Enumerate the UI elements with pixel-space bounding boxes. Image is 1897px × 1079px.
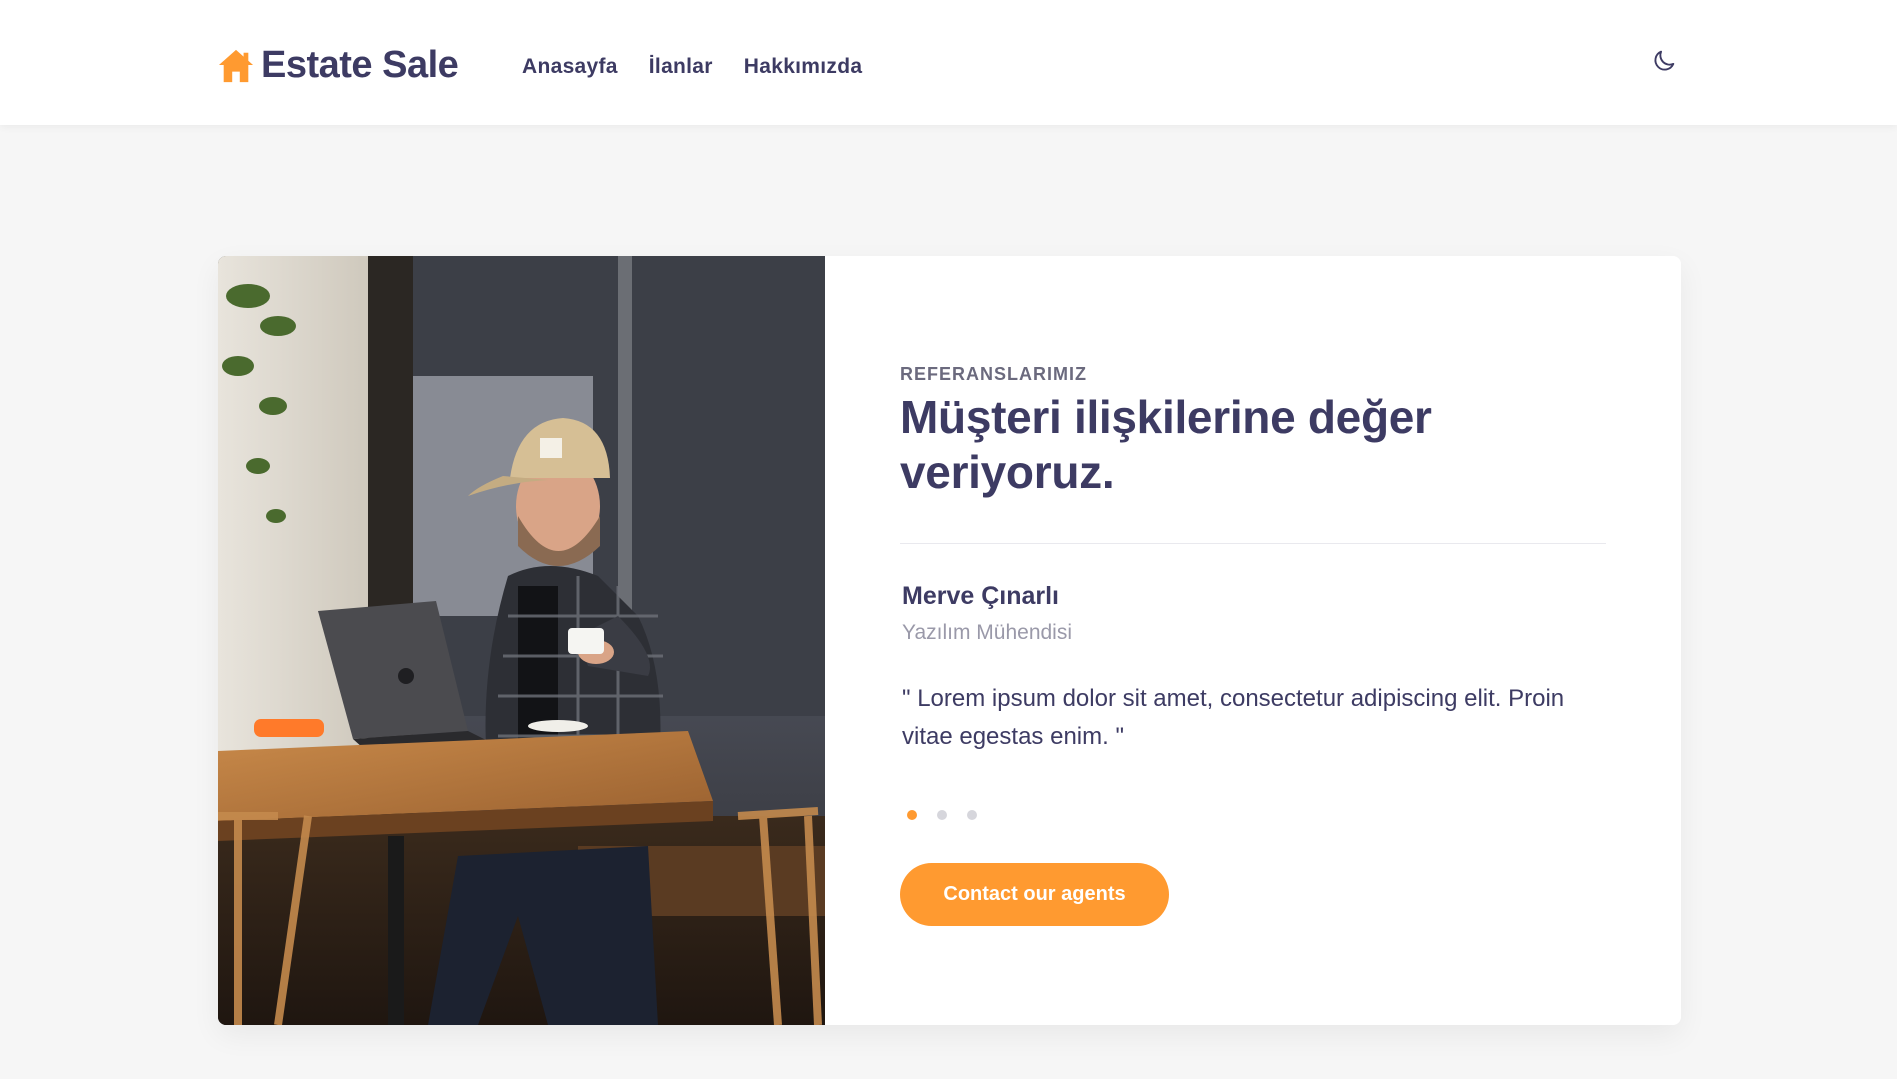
theme-toggle-button[interactable] xyxy=(1649,46,1679,76)
nav-item-anasayfa[interactable]: Anasayfa xyxy=(522,55,618,79)
carousel-dot-1[interactable] xyxy=(907,810,917,820)
moon-icon xyxy=(1654,50,1675,71)
site-header: Estate Sale Anasayfa İlanlar Hakkımızda xyxy=(0,0,1897,125)
testimonial-author-name: Merve Çınarlı xyxy=(902,582,1060,610)
testimonial-author-role: Yazılım Mühendisi xyxy=(902,621,1073,644)
nav-item-ilanlar[interactable]: İlanlar xyxy=(649,55,713,79)
section-headline: Müşteri ilişkilerine değer veriyoruz. xyxy=(900,391,1432,498)
carousel-dot-2[interactable] xyxy=(937,810,947,820)
carousel-dot-3[interactable] xyxy=(967,810,977,820)
testimonial-quote: " Lorem ipsum dolor sit amet, consectetu… xyxy=(902,685,1565,750)
testimonial-card: REFERANSLARIMIZ Müşteri ilişkilerine değ… xyxy=(218,256,1681,1025)
logo[interactable]: Estate Sale xyxy=(217,44,459,87)
logo-text: Estate Sale xyxy=(261,44,459,86)
main-nav: Anasayfa İlanlar Hakkımızda xyxy=(522,55,862,79)
testimonial-photo xyxy=(218,256,825,1025)
nav-item-hakkimizda[interactable]: Hakkımızda xyxy=(744,55,863,79)
carousel-dots xyxy=(907,810,977,820)
divider xyxy=(900,543,1606,544)
testimonial-content: REFERANSLARIMIZ Müşteri ilişkilerine değ… xyxy=(900,256,1620,1025)
home-icon xyxy=(218,49,254,82)
contact-agents-button[interactable]: Contact our agents xyxy=(900,863,1169,926)
section-eyebrow: REFERANSLARIMIZ xyxy=(900,364,1087,384)
